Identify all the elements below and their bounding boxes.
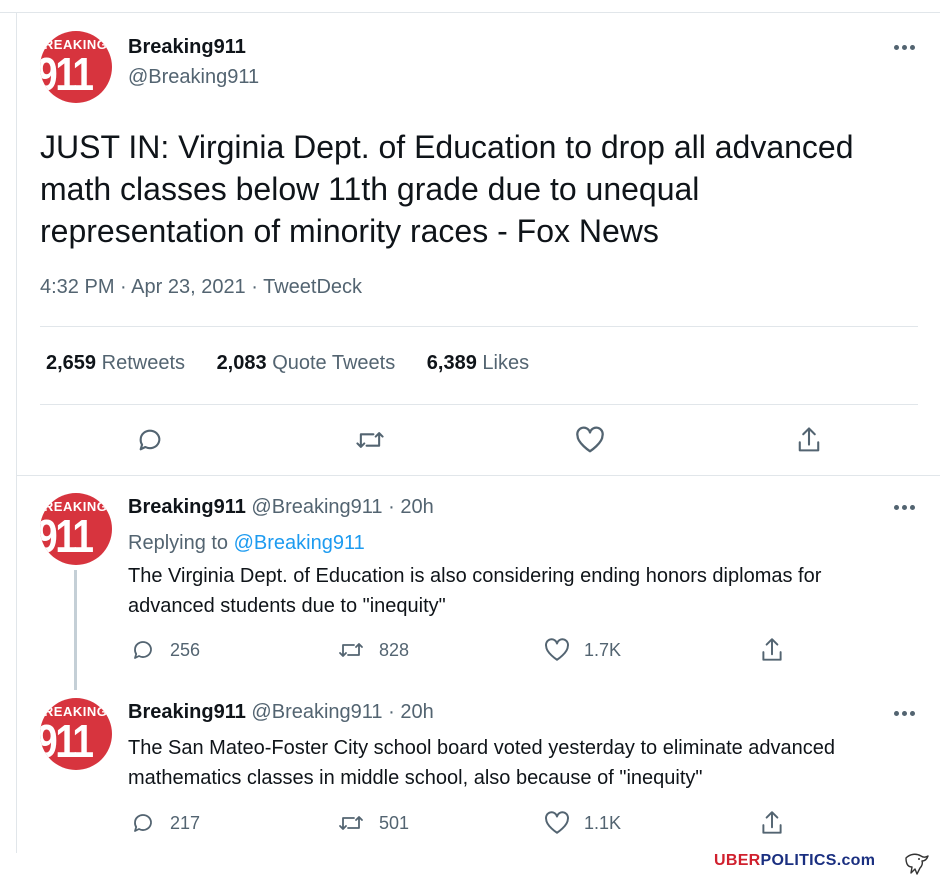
handle[interactable]: @Breaking911 (128, 66, 259, 89)
share-icon[interactable] (795, 425, 823, 460)
tweet-text: JUST IN: Virginia Dept. of Education to … (40, 129, 854, 249)
watermark-part2: POLITICS.com (760, 852, 876, 869)
share-icon[interactable] (759, 809, 785, 837)
quote-tweets-stat[interactable]: 2,083 Quote Tweets (217, 352, 396, 374)
handle[interactable]: @Breaking911 (251, 496, 382, 518)
avatar-number: 911 (40, 715, 94, 767)
quotes-label: Quote Tweets (272, 352, 396, 374)
tweet-meta[interactable]: 4:32 PM · Apr 23, 2021 · TweetDeck (40, 276, 362, 299)
like-count: 1.1K (584, 812, 622, 833)
retweets-count: 2,659 (46, 352, 97, 374)
reply-icon[interactable] (136, 426, 164, 459)
retweets-label: Retweets (101, 352, 185, 374)
quotes-count: 2,083 (216, 352, 267, 374)
replying-to: Replying to @Breaking911 (128, 532, 365, 555)
handle[interactable]: @Breaking911 (251, 701, 382, 723)
engagement-stats: 2,659 Retweets 2,083 Quote Tweets 6,389 … (46, 352, 555, 375)
retweet-action[interactable]: 501 (337, 811, 409, 835)
reply-count: 256 (170, 639, 201, 660)
reply-text: The Virginia Dept. of Education is also … (128, 565, 822, 617)
reply-text: The San Mateo-Foster City school board v… (128, 737, 836, 789)
watermark: UBERPOLITICS.com (714, 852, 875, 870)
reply-action[interactable]: 217 (130, 811, 200, 835)
timestamp[interactable]: · 20h (388, 496, 434, 518)
retweet-icon[interactable] (354, 426, 386, 459)
retweet-count: 828 (379, 639, 410, 660)
divider (40, 326, 918, 327)
share-icon[interactable] (759, 636, 785, 664)
divider (16, 475, 940, 476)
avatar[interactable]: BREAKING 911 (40, 31, 112, 103)
replying-prefix: Replying to (128, 532, 229, 554)
likes-label: Likes (482, 352, 530, 374)
likes-count: 6,389 (426, 352, 477, 374)
like-action[interactable]: 1.1K (544, 811, 621, 835)
more-options-icon[interactable] (894, 505, 916, 511)
likes-stat[interactable]: 6,389 Likes (427, 352, 529, 374)
watermark-part1: UBER (714, 852, 761, 869)
avatar[interactable]: BREAKING 911 (40, 493, 112, 565)
avatar-number: 911 (40, 48, 94, 100)
retweet-count: 501 (379, 812, 410, 833)
avatar-number: 911 (40, 510, 94, 562)
timestamp[interactable]: · 20h (388, 701, 434, 723)
like-icon[interactable] (575, 426, 605, 459)
reply-header: Breaking911 @Breaking911 · 20h (128, 496, 434, 519)
more-options-icon[interactable] (894, 45, 916, 51)
reply-count: 217 (170, 812, 201, 833)
thread-line (74, 570, 77, 690)
display-name[interactable]: Breaking911 (128, 36, 246, 59)
retweets-stat[interactable]: 2,659 Retweets (46, 352, 185, 374)
more-options-icon[interactable] (894, 711, 916, 717)
avatar[interactable]: BREAKING 911 (40, 698, 112, 770)
reply-action[interactable]: 256 (130, 638, 200, 662)
replying-handle-link[interactable]: @Breaking911 (234, 532, 365, 554)
like-count: 1.7K (584, 639, 622, 660)
retweet-action[interactable]: 828 (337, 638, 409, 662)
reply-header: Breaking911 @Breaking911 · 20h (128, 701, 434, 724)
display-name[interactable]: Breaking911 (128, 701, 246, 723)
divider (40, 404, 918, 405)
display-name[interactable]: Breaking911 (128, 496, 246, 518)
like-action[interactable]: 1.7K (544, 638, 621, 662)
